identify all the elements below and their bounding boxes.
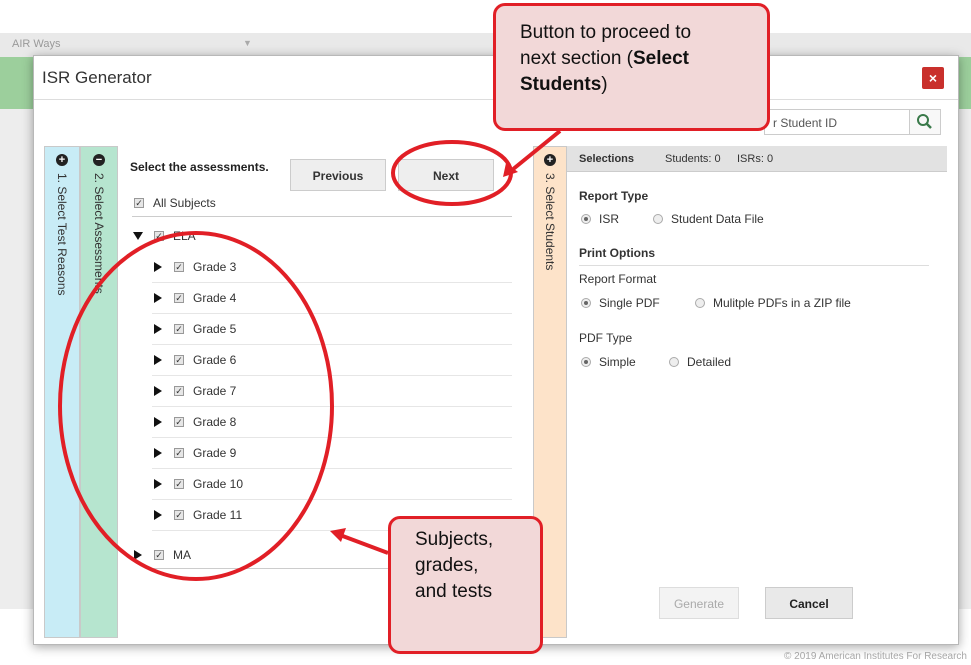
callout-text: ) bbox=[601, 74, 608, 95]
arrow-line bbox=[510, 129, 562, 172]
callout-line: Subjects, bbox=[415, 529, 494, 550]
callout-line: Students) bbox=[520, 72, 767, 98]
callout-text-bold: Select bbox=[633, 48, 689, 69]
arrow-line bbox=[339, 533, 389, 555]
next-button-callout: Button to proceed to next section (Selec… bbox=[493, 3, 770, 131]
callout-line: Button to proceed to bbox=[520, 22, 692, 43]
subjects-callout: Subjects, grades, and tests bbox=[388, 516, 543, 654]
next-highlight-ellipse bbox=[391, 140, 513, 206]
callout-text-bold: Students bbox=[520, 74, 602, 95]
grades-highlight-ellipse bbox=[58, 231, 334, 581]
callout-line: next section (Select bbox=[520, 46, 767, 72]
callout-line: and tests bbox=[415, 581, 493, 602]
callout-text: next section ( bbox=[520, 48, 633, 69]
callout-line: grades, bbox=[415, 555, 479, 576]
